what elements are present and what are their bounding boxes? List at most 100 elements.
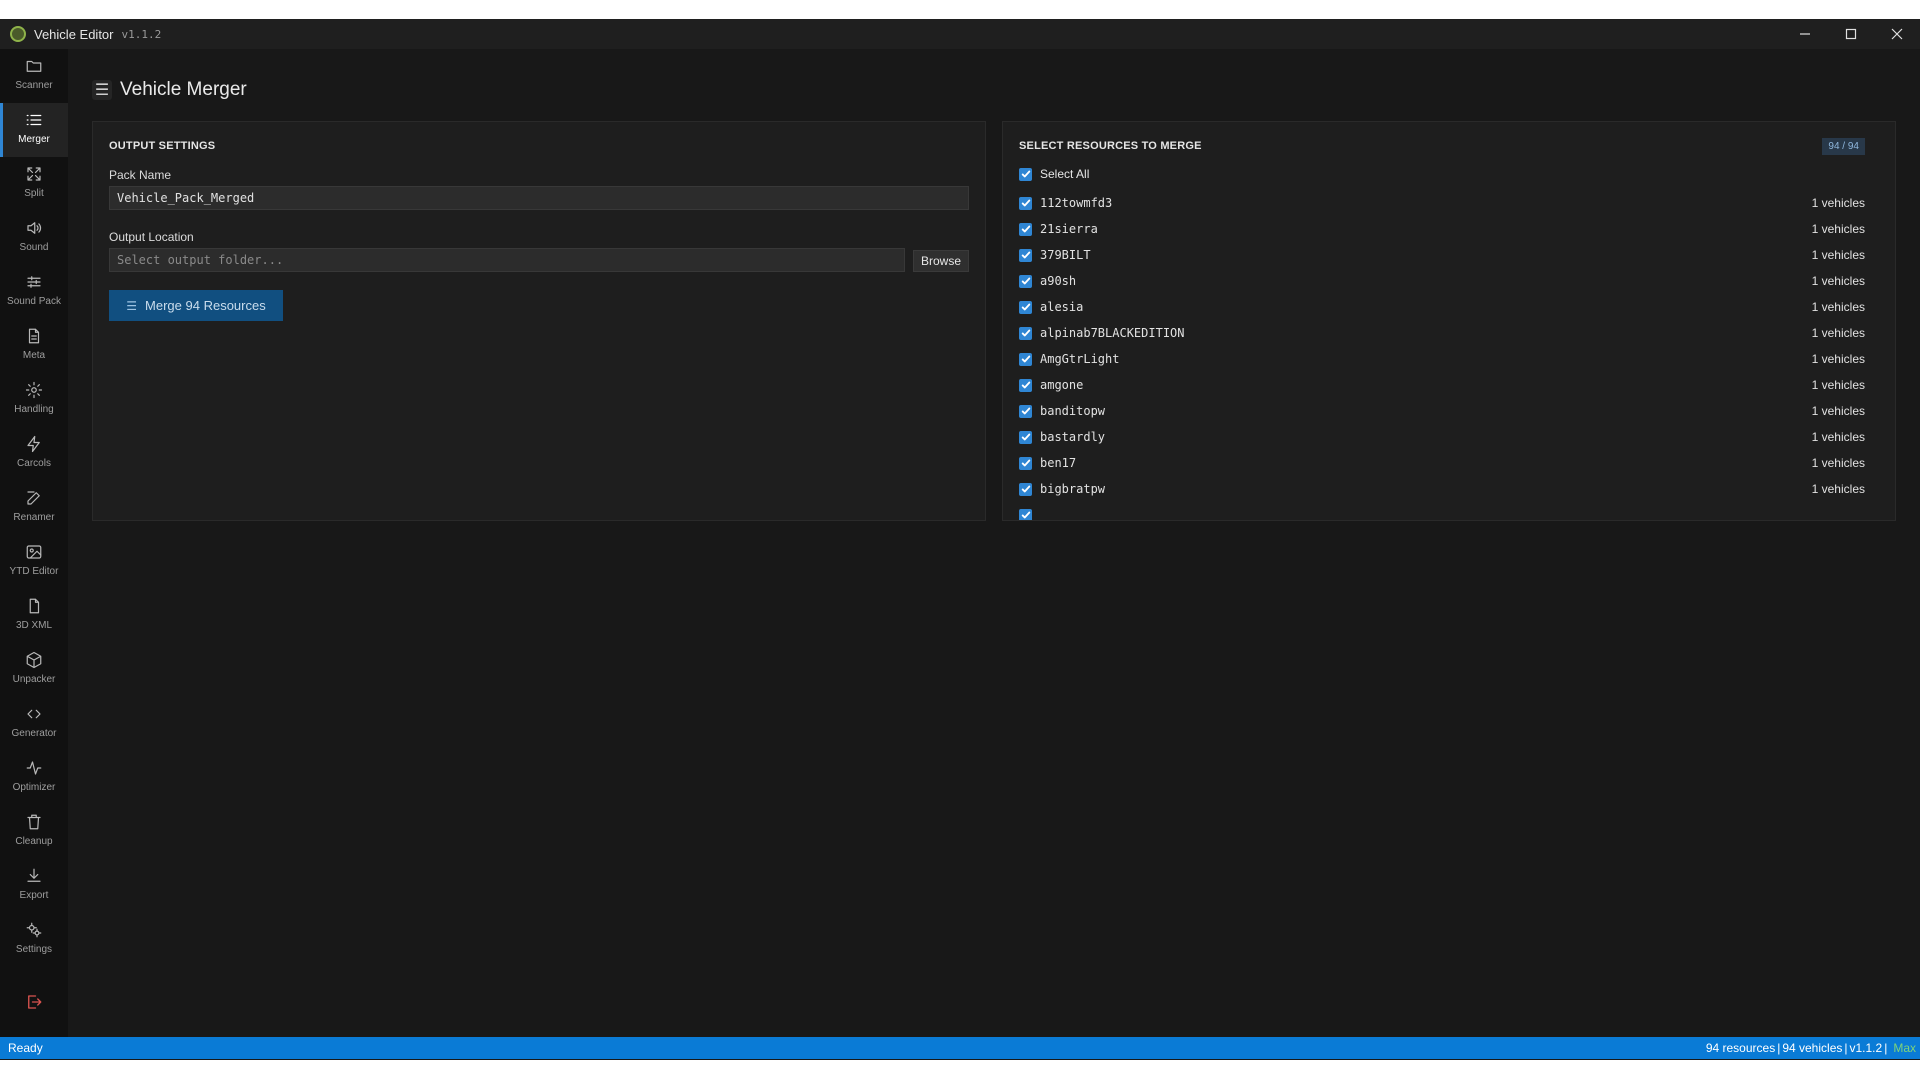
pack-name-input[interactable]: [109, 186, 969, 210]
list-item-partial[interactable]: [1019, 506, 1881, 520]
checkbox[interactable]: [1019, 404, 1032, 418]
sidebar-item-handling[interactable]: Handling: [0, 373, 68, 427]
checkbox[interactable]: [1019, 378, 1032, 392]
resource-name: ben17: [1040, 456, 1077, 470]
resource-vehicle-count: 1 vehicles: [1811, 300, 1865, 314]
browse-button[interactable]: Browse: [913, 250, 969, 272]
list-item[interactable]: 379BILT 1 vehicles: [1019, 246, 1881, 264]
download-icon: [23, 865, 45, 887]
checkbox[interactable]: [1019, 430, 1032, 444]
close-button[interactable]: [1874, 19, 1920, 49]
checkbox[interactable]: [1019, 326, 1032, 340]
sidebar-item-scanner[interactable]: Scanner: [0, 49, 68, 103]
sidebar-item-export[interactable]: Export: [0, 859, 68, 913]
list-item[interactable]: a90sh 1 vehicles: [1019, 272, 1881, 290]
list-item[interactable]: 112towmfd3 1 vehicles: [1019, 194, 1881, 212]
sidebar-item-unpacker[interactable]: Unpacker: [0, 643, 68, 697]
list-item[interactable]: ben17 1 vehicles: [1019, 454, 1881, 472]
maximize-button[interactable]: [1828, 19, 1874, 49]
resource-vehicle-count: 1 vehicles: [1811, 248, 1865, 262]
checkbox[interactable]: [1019, 222, 1032, 236]
list-icon: [23, 109, 45, 131]
window-controls: [1782, 19, 1920, 49]
expand-icon: [23, 163, 45, 185]
trash-icon: [23, 811, 45, 833]
checkbox[interactable]: [1019, 300, 1032, 314]
checkbox[interactable]: [1019, 508, 1032, 520]
sidebar-item-split[interactable]: Split: [0, 157, 68, 211]
sidebar-item-optimizer[interactable]: Optimizer: [0, 751, 68, 805]
list-item[interactable]: alpinab7BLACKEDITION 1 vehicles: [1019, 324, 1881, 342]
resource-name: bastardly: [1040, 430, 1106, 444]
edit-icon: [23, 487, 45, 509]
list-item[interactable]: amgone 1 vehicles: [1019, 376, 1881, 394]
file-icon: [23, 595, 45, 617]
status-version: v1.1.2: [1849, 1041, 1883, 1055]
output-location-input[interactable]: [109, 248, 905, 272]
resource-vehicle-count: 1 vehicles: [1811, 378, 1865, 392]
sidebar-item-label: Renamer: [13, 512, 55, 523]
checkbox[interactable]: [1019, 274, 1032, 288]
sidebar-item-sound[interactable]: Sound: [0, 211, 68, 265]
merge-button[interactable]: ☰ Merge 94 Resources: [109, 290, 283, 321]
document-icon: [23, 325, 45, 347]
sidebar-item-label: Meta: [22, 350, 46, 361]
sidebar-item-label: 3D XML: [15, 620, 53, 631]
resource-vehicle-count: 1 vehicles: [1811, 326, 1865, 340]
list-item[interactable]: 21sierra 1 vehicles: [1019, 220, 1881, 238]
page-title: Vehicle Merger: [120, 79, 247, 100]
sidebar-item-ytd-editor[interactable]: YTD Editor: [0, 535, 68, 589]
lightning-icon: [23, 433, 45, 455]
sidebar-item-label: Handling: [14, 404, 54, 415]
checkbox[interactable]: [1019, 248, 1032, 262]
list-item[interactable]: bastardly 1 vehicles: [1019, 428, 1881, 446]
sidebar-item-3d-xml[interactable]: 3D XML: [0, 589, 68, 643]
page-header: ☰ Vehicle Merger: [92, 75, 247, 105]
sidebar-item-sound-pack[interactable]: Sound Pack: [0, 265, 68, 319]
sidebar-item-merger[interactable]: Merger: [0, 103, 68, 157]
sidebar-item-label: Merger: [18, 134, 50, 145]
status-text: Ready: [8, 1041, 43, 1055]
menu-icon[interactable]: ☰: [92, 80, 112, 100]
sidebar-item-meta[interactable]: Meta: [0, 319, 68, 373]
sidebar-item-renamer[interactable]: Renamer: [0, 481, 68, 535]
sidebar-item-label: Split: [24, 188, 44, 199]
list-item[interactable]: AmgGtrLight 1 vehicles: [1019, 350, 1881, 368]
close-icon: [1891, 28, 1903, 40]
list-item[interactable]: alesia 1 vehicles: [1019, 298, 1881, 316]
checkbox[interactable]: [1019, 352, 1032, 366]
checkbox[interactable]: [1019, 482, 1032, 496]
sidebar-item-carcols[interactable]: Carcols: [0, 427, 68, 481]
check-icon: [1021, 433, 1030, 441]
check-icon: [1021, 277, 1030, 285]
checkbox[interactable]: [1019, 167, 1032, 181]
sliders-icon: [23, 271, 45, 293]
status-summary: 94 resources | 94 vehicles | v1.1.2 | Ma…: [1706, 1037, 1916, 1059]
check-icon: [1021, 381, 1030, 389]
checkbox[interactable]: [1019, 196, 1032, 210]
sidebar-item-settings[interactable]: Settings: [0, 913, 68, 967]
check-icon: [1021, 199, 1030, 207]
selected-count-badge: 94 / 94: [1822, 138, 1865, 155]
resource-vehicle-count: 1 vehicles: [1811, 274, 1865, 288]
code-icon: [23, 703, 45, 725]
resource-vehicle-count: 1 vehicles: [1811, 404, 1865, 418]
check-icon: [1021, 170, 1030, 178]
list-item[interactable]: banditopw 1 vehicles: [1019, 402, 1881, 420]
logout-button[interactable]: [0, 987, 68, 1017]
sidebar-item-label: Export: [19, 890, 49, 901]
list-item[interactable]: bigbratpw 1 vehicles: [1019, 480, 1881, 498]
pack-name-label: Pack Name: [109, 168, 172, 182]
checkbox[interactable]: [1019, 456, 1032, 470]
sidebar-item-generator[interactable]: Generator: [0, 697, 68, 751]
minimize-button[interactable]: [1782, 19, 1828, 49]
merge-button-label: Merge 94 Resources: [145, 298, 266, 313]
check-icon: [1021, 329, 1030, 337]
box-icon: [23, 649, 45, 671]
sidebar-item-cleanup[interactable]: Cleanup: [0, 805, 68, 859]
sidebar-item-label: Carcols: [17, 458, 51, 469]
output-location-label: Output Location: [109, 230, 194, 244]
select-all-checkbox[interactable]: Select All: [1019, 167, 1089, 181]
sidebar-item-label: Sound: [19, 242, 49, 253]
sidebar-item-label: Generator: [11, 728, 57, 739]
